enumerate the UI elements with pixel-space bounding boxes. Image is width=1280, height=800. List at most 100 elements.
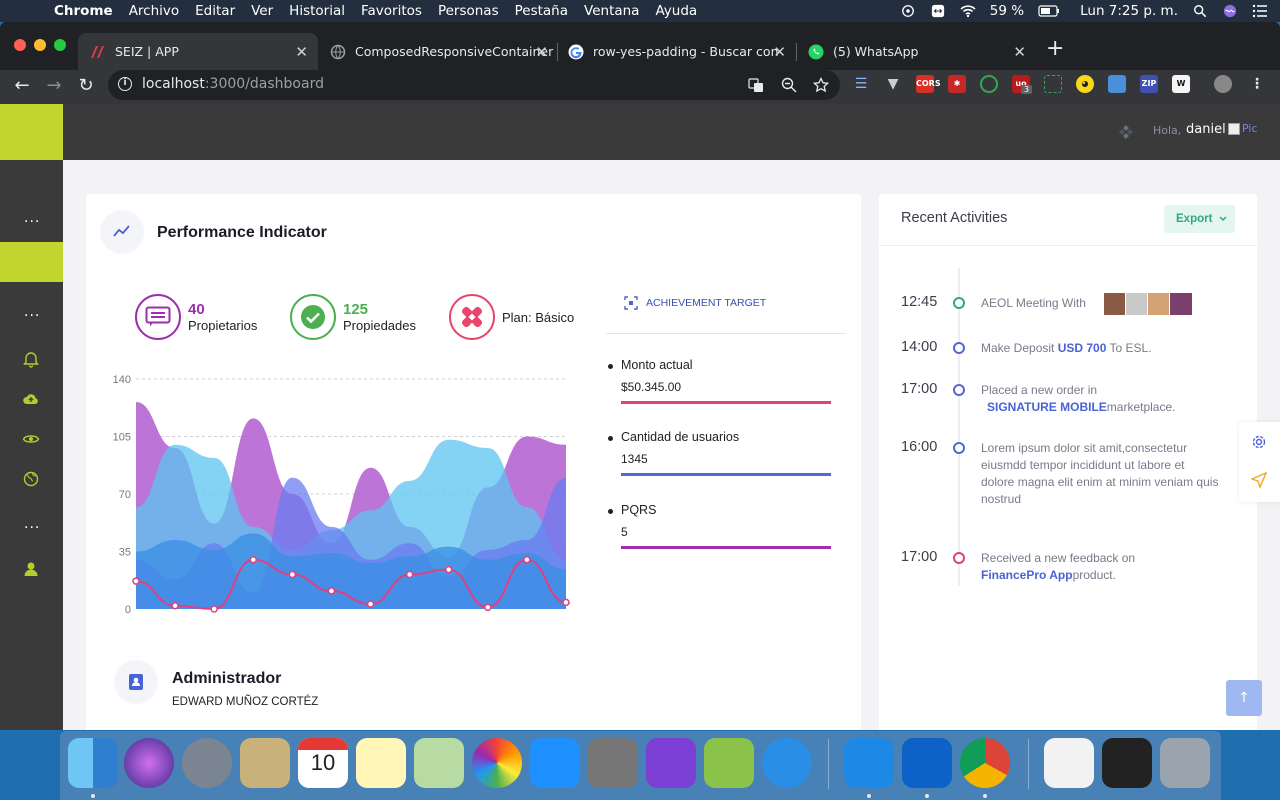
maximize-window-button[interactable] bbox=[54, 39, 66, 51]
menu-ver[interactable]: Ver bbox=[251, 3, 273, 19]
ghost-extension-icon[interactable]: ◕ bbox=[1076, 75, 1094, 93]
close-tab-icon[interactable]: ✕ bbox=[535, 43, 548, 61]
bookmark-star-icon[interactable] bbox=[813, 77, 829, 93]
menu-pestana[interactable]: Pestaña bbox=[515, 3, 568, 19]
app-status-icon[interactable] bbox=[900, 4, 916, 18]
google-favicon-icon bbox=[568, 44, 584, 59]
address-bar[interactable]: i localhost:3000/dashboard bbox=[108, 70, 840, 100]
notification-center-icon[interactable] bbox=[1252, 4, 1268, 18]
visual-studio-dock-icon[interactable] bbox=[646, 738, 696, 788]
tab-google-search[interactable]: row-yes-padding - Buscar con ✕ bbox=[556, 33, 796, 70]
vscode-dock-icon[interactable] bbox=[844, 738, 894, 788]
menu-ventana[interactable]: Ventana bbox=[584, 3, 639, 19]
siri-icon[interactable] bbox=[1222, 4, 1238, 18]
forward-arrow-icon[interactable]: → bbox=[42, 74, 66, 98]
vue-devtools-extension-icon[interactable]: ▼ bbox=[884, 75, 902, 93]
app-store-dock-icon[interactable] bbox=[530, 738, 580, 788]
sidebar-eye-icon[interactable] bbox=[22, 430, 40, 448]
recent-activities-card: Recent Activities Export 12:45 AEOL Meet… bbox=[879, 194, 1257, 730]
close-window-button[interactable] bbox=[14, 39, 26, 51]
activity-highlight[interactable]: USD 700 bbox=[1058, 341, 1107, 355]
tab-seiz-app[interactable]: SEIZ | APP ✕ bbox=[78, 33, 318, 70]
sidebar-cloud-upload-icon[interactable] bbox=[22, 390, 40, 408]
notes-dock-icon[interactable] bbox=[356, 738, 406, 788]
avatar[interactable] bbox=[1103, 292, 1127, 316]
wifi-icon[interactable] bbox=[960, 4, 976, 18]
chrome-menu-icon[interactable]: ⋮ bbox=[1248, 75, 1266, 93]
menubar-clock[interactable]: Lun 7:25 p. m. bbox=[1080, 3, 1178, 19]
chrome-dock-icon[interactable] bbox=[960, 738, 1010, 788]
screenshot-extension-icon[interactable] bbox=[1044, 75, 1062, 93]
macos-dock: 10 bbox=[60, 731, 1221, 800]
close-tab-icon[interactable]: ✕ bbox=[1013, 43, 1026, 61]
send-icon[interactable] bbox=[1251, 472, 1267, 488]
back-arrow-icon[interactable]: ← bbox=[10, 74, 34, 98]
close-tab-icon[interactable]: ✕ bbox=[295, 43, 308, 61]
sidebar-user-icon[interactable] bbox=[22, 560, 40, 578]
menu-editar[interactable]: Editar bbox=[195, 3, 235, 19]
menu-personas[interactable]: Personas bbox=[438, 3, 499, 19]
settings-gear-icon[interactable] bbox=[1251, 434, 1267, 450]
user-avatar[interactable]: Pic bbox=[1228, 122, 1258, 135]
avatar[interactable] bbox=[1147, 292, 1171, 316]
address-url[interactable]: localhost:3000/dashboard bbox=[142, 76, 324, 92]
tab-composed-responsive[interactable]: ComposedResponsiveContainer ✕ bbox=[318, 33, 558, 70]
translate-icon[interactable] bbox=[748, 77, 764, 93]
teamviewer-dock-icon[interactable] bbox=[902, 738, 952, 788]
spotlight-search-icon[interactable] bbox=[1192, 4, 1208, 18]
tab-whatsapp[interactable]: (5) WhatsApp ✕ bbox=[796, 33, 1036, 70]
menu-chrome[interactable]: Chrome bbox=[54, 3, 113, 19]
menu-favoritos[interactable]: Favoritos bbox=[361, 3, 422, 19]
new-tab-icon[interactable]: + bbox=[1046, 36, 1064, 61]
activity-text-post: marketplace. bbox=[1106, 400, 1176, 414]
pdf-document-dock-icon[interactable] bbox=[1044, 738, 1094, 788]
menu-archivo[interactable]: Archivo bbox=[129, 3, 179, 19]
export-button[interactable]: Export bbox=[1164, 205, 1235, 233]
avatar[interactable] bbox=[1125, 292, 1149, 316]
pdf-extension-icon[interactable]: ✱ bbox=[948, 75, 966, 93]
mail-dock-icon[interactable] bbox=[240, 738, 290, 788]
menu-ayuda[interactable]: Ayuda bbox=[655, 3, 697, 19]
target-extension-icon[interactable] bbox=[980, 75, 998, 93]
siri-dock-icon[interactable] bbox=[124, 738, 174, 788]
photos-dock-icon[interactable] bbox=[472, 738, 522, 788]
profile-avatar-icon[interactable] bbox=[1214, 75, 1232, 93]
reading-list-extension-icon[interactable]: ☰ bbox=[852, 75, 870, 93]
finder-dock-icon[interactable] bbox=[68, 738, 118, 788]
app-logo[interactable] bbox=[0, 104, 63, 160]
cors-extension-icon[interactable]: CORS bbox=[916, 75, 941, 93]
sidebar-globe-icon[interactable] bbox=[22, 470, 40, 488]
zoom-icon[interactable] bbox=[781, 77, 797, 93]
running-indicator bbox=[925, 794, 929, 798]
scroll-to-top-button[interactable]: ↑ bbox=[1226, 680, 1262, 716]
avatar[interactable] bbox=[1169, 292, 1193, 316]
zip-extension-icon[interactable]: ZIP bbox=[1140, 75, 1158, 93]
sidebar-bell-icon[interactable] bbox=[22, 350, 40, 368]
close-tab-icon[interactable]: ✕ bbox=[773, 43, 786, 61]
menu-historial[interactable]: Historial bbox=[289, 3, 345, 19]
reload-icon[interactable]: ↻ bbox=[74, 74, 98, 98]
site-info-icon[interactable]: i bbox=[118, 77, 132, 91]
user-name[interactable]: daniel bbox=[1186, 122, 1226, 137]
apps-grid-icon[interactable] bbox=[1118, 124, 1134, 140]
teamviewer-status-icon[interactable] bbox=[930, 4, 946, 18]
avatar-alt-text: Pic bbox=[1242, 122, 1258, 135]
drive-extension-icon[interactable] bbox=[1108, 75, 1126, 93]
minimize-window-button[interactable] bbox=[34, 39, 46, 51]
screenshot-dock-icon[interactable] bbox=[1102, 738, 1152, 788]
wappalyzer-extension-icon[interactable]: W bbox=[1172, 75, 1190, 93]
maps-dock-icon[interactable] bbox=[414, 738, 464, 788]
safari-dock-icon[interactable] bbox=[762, 738, 812, 788]
trash-dock-icon[interactable] bbox=[1160, 738, 1210, 788]
android-studio-dock-icon[interactable] bbox=[704, 738, 754, 788]
activity-highlight[interactable]: FinancePro App bbox=[981, 568, 1073, 582]
battery-icon[interactable] bbox=[1038, 4, 1060, 18]
launchpad-dock-icon[interactable] bbox=[182, 738, 232, 788]
admin-title: Administrador bbox=[172, 670, 282, 687]
system-preferences-dock-icon[interactable] bbox=[588, 738, 638, 788]
calendar-dock-icon[interactable]: 10 bbox=[298, 738, 348, 788]
activity-highlight[interactable]: SIGNATURE MOBILE bbox=[987, 400, 1107, 414]
metric-value: 1345 bbox=[621, 452, 648, 466]
sidebar-item-active[interactable] bbox=[0, 242, 63, 282]
metric-label: Monto actual bbox=[606, 358, 831, 372]
